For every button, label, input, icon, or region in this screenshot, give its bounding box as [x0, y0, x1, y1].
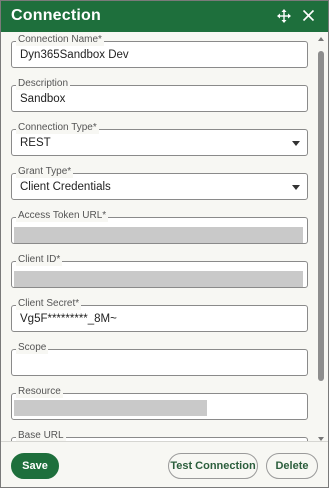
connection-name-label: Connection Name*	[16, 34, 104, 46]
form-body: Connection Name* Dyn365Sandbox Dev Descr…	[1, 32, 328, 441]
client-secret-field[interactable]: Client Secret* Vg5F*********_8M~	[11, 298, 308, 332]
description-label: Description	[16, 78, 71, 90]
grant-type-label: Grant Type*	[16, 166, 74, 178]
scrollbar-thumb[interactable]	[318, 51, 324, 381]
connection-dialog: Connection Connection Name* Dyn365Sandbo…	[0, 0, 329, 488]
dropdown-arrow-icon	[292, 141, 300, 146]
resource-field[interactable]: Resource	[11, 386, 308, 420]
scroll-up-arrow-icon[interactable]	[318, 37, 324, 41]
connection-name-value: Dyn365Sandbox Dev	[20, 49, 129, 61]
move-icon[interactable]	[277, 9, 291, 23]
delete-button[interactable]: Delete	[266, 453, 318, 479]
vertical-scrollbar[interactable]	[317, 37, 325, 441]
base-url-label: Base URL	[16, 430, 66, 441]
scope-field[interactable]: Scope	[11, 342, 308, 376]
client-secret-value: Vg5F*********_8M~	[20, 313, 117, 325]
resource-label: Resource	[16, 386, 63, 398]
redacted-value	[14, 227, 303, 243]
connection-type-select[interactable]: Connection Type* REST	[11, 122, 308, 156]
client-secret-label: Client Secret*	[16, 298, 82, 310]
grant-type-value: Client Credentials	[20, 181, 111, 193]
dialog-titlebar: Connection	[1, 1, 328, 32]
access-token-url-field[interactable]: Access Token URL*	[11, 210, 308, 244]
scope-label: Scope	[16, 342, 49, 354]
save-button[interactable]: Save	[11, 453, 59, 479]
connection-name-field[interactable]: Connection Name* Dyn365Sandbox Dev	[11, 34, 308, 68]
connection-type-label: Connection Type*	[16, 122, 99, 134]
close-icon[interactable]	[302, 9, 315, 22]
connection-type-value: REST	[20, 137, 51, 149]
dialog-title: Connection	[11, 7, 101, 24]
dialog-footer: Save Test Connection Delete	[1, 441, 328, 487]
grant-type-select[interactable]: Grant Type* Client Credentials	[11, 166, 308, 200]
client-id-label: Client ID*	[16, 254, 63, 266]
description-field[interactable]: Description Sandbox	[11, 78, 308, 112]
dropdown-arrow-icon	[292, 185, 300, 190]
redacted-value	[14, 271, 303, 287]
test-connection-button[interactable]: Test Connection	[168, 453, 258, 479]
description-value: Sandbox	[20, 93, 66, 105]
client-id-field[interactable]: Client ID*	[11, 254, 308, 288]
redacted-value	[14, 400, 207, 416]
access-token-url-label: Access Token URL*	[16, 210, 109, 222]
